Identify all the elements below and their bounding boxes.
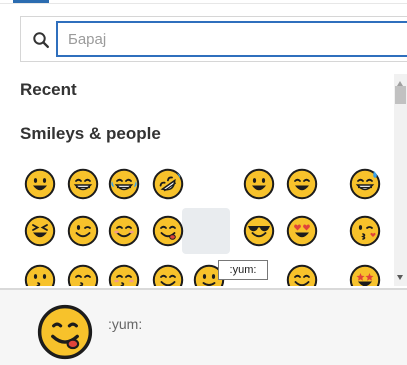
- grinning-face-with-sweat-icon[interactable]: [349, 168, 381, 200]
- search-input[interactable]: [56, 21, 407, 57]
- smiling-face-with-open-mouth-icon[interactable]: [243, 168, 275, 200]
- kissing-face-with-smiling-eyes-icon[interactable]: [67, 264, 99, 286]
- face-with-tears-of-joy-icon[interactable]: [108, 168, 140, 200]
- smiling-face-with-heart-eyes-icon[interactable]: [286, 215, 318, 247]
- face-savouring-food-icon: [37, 304, 93, 360]
- vertical-scrollbar[interactable]: [394, 74, 407, 286]
- kissing-face-with-closed-eyes-icon[interactable]: [108, 264, 140, 286]
- smiling-face-with-open-mouth-and-smiling-eyes-icon[interactable]: [286, 168, 318, 200]
- face-throwing-a-kiss-icon[interactable]: [349, 215, 381, 247]
- selected-emoji-highlight: [182, 208, 230, 254]
- laughing-face-icon[interactable]: [24, 215, 56, 247]
- emoji-tooltip: :yum:: [218, 260, 268, 280]
- grinning-face-icon[interactable]: [24, 168, 56, 200]
- kissing-face-icon[interactable]: [24, 264, 56, 286]
- star-struck-icon[interactable]: [349, 264, 381, 286]
- winking-face-icon[interactable]: [67, 215, 99, 247]
- face-savouring-food-icon[interactable]: [152, 215, 184, 247]
- smileys-section-title: Smileys & people: [20, 124, 161, 143]
- smiling-face-with-sunglasses-icon[interactable]: [243, 215, 275, 247]
- scroll-down-icon[interactable]: [397, 275, 403, 280]
- search-row: [0, 4, 407, 74]
- smiling-face-with-smiling-eyes-icon[interactable]: [108, 215, 140, 247]
- scrollbar-thumb[interactable]: [395, 86, 406, 104]
- grinning-face-with-smiling-eyes-icon[interactable]: [67, 168, 99, 200]
- hugging-face-icon[interactable]: [286, 264, 318, 286]
- smiling-face-icon[interactable]: [152, 264, 184, 286]
- rolling-on-the-floor-laughing-icon[interactable]: [152, 168, 184, 200]
- search-icon[interactable]: [32, 31, 50, 49]
- emoji-picker-grid: Recent Smileys & people: [0, 74, 407, 286]
- emoji-preview-panel: :yum:: [0, 290, 407, 365]
- recent-section-title: Recent: [20, 80, 77, 99]
- preview-emoji-shortcode: :yum:: [108, 316, 143, 332]
